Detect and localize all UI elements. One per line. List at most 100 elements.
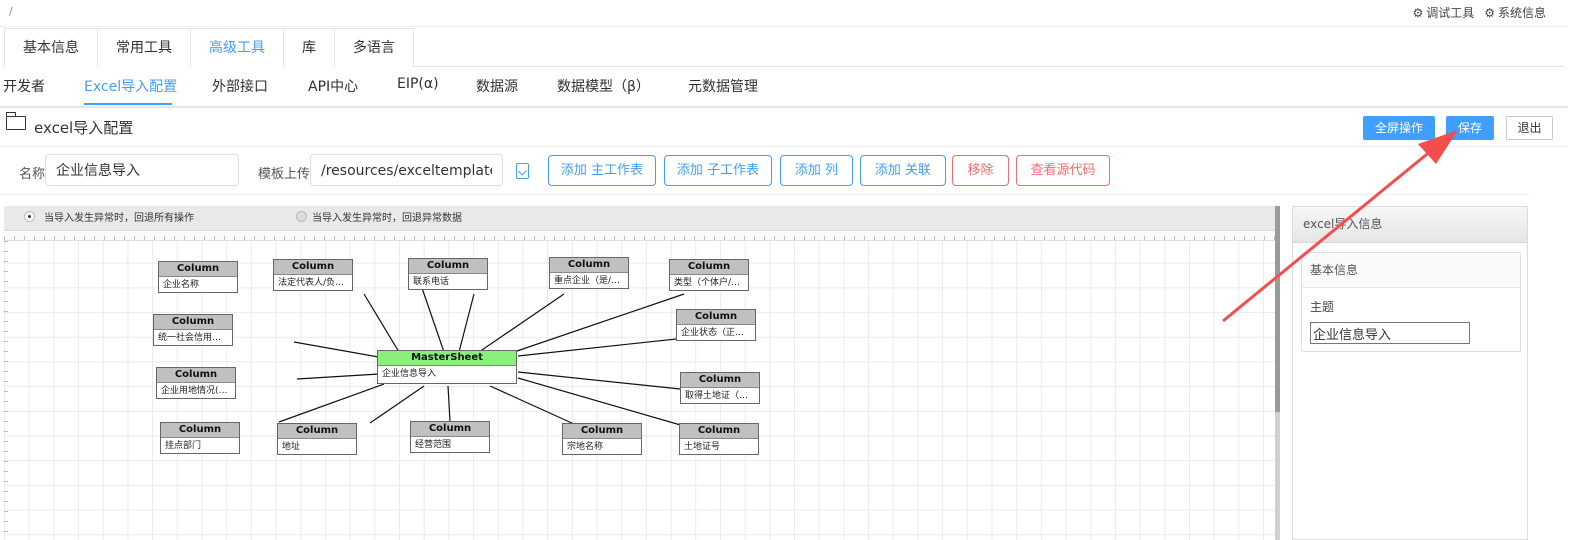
add-relation-button[interactable]: 添加 关联 [860,155,946,186]
system-info-button[interactable]: ⚙ 系统信息 [1484,4,1546,21]
breadcrumb: / [9,5,13,18]
column-node-header: Column [154,315,232,330]
relation-line [517,371,681,390]
top-bar: / ⚙ 调试工具 ⚙ 系统信息 [0,0,1568,27]
master-sheet-node[interactable]: MasterSheet 企业信息导入 [377,350,517,384]
upload-icon[interactable] [516,163,529,179]
tab-datasource[interactable]: 数据源 [476,76,518,96]
relation-line [447,385,451,422]
column-node-name: 经营范围 [415,440,452,450]
tab-external-api[interactable]: 外部接口 [212,76,268,96]
tab-data-model[interactable]: 数据模型（β） [557,76,650,96]
column-node[interactable]: Column 统一社会信用代码 [153,314,233,346]
page-header: excel导入配置 全屏操作 保存 退出 [0,112,1568,147]
add-child-sheet-button[interactable]: 添加 子工作表 [664,155,772,186]
column-node-header: Column [278,424,356,439]
relation-line [278,383,385,423]
column-node-name: 类型（个体户/企业） [674,278,748,288]
relation-line [458,293,475,353]
column-node[interactable]: Column 联系电话 [408,258,488,290]
column-node-header: Column [274,260,352,275]
column-node[interactable]: Column 企业用地情况(转让/租赁) [156,367,236,399]
sub-tabs: 开发者 Excel导入配置 外部接口 API中心 EIP(α) 数据源 数据模型… [0,70,1568,108]
column-node-name: 联系电话 [413,277,450,287]
master-sheet-name: 企业信息导入 [382,369,437,379]
template-label: 模板上传 [258,167,311,182]
column-node[interactable]: Column 企业名称 [158,261,238,293]
save-button[interactable]: 保存 [1446,116,1494,140]
column-node[interactable]: Column 土地证号 [679,423,759,455]
column-node-header: Column [563,424,641,439]
relation-line [293,341,385,359]
column-node-name: 土地证号 [684,442,721,452]
remove-button[interactable]: 移除 [952,155,1009,186]
column-node-header: Column [157,368,235,383]
tab-metadata[interactable]: 元数据管理 [688,76,758,96]
column-node[interactable]: Column 企业状态（正常/注销） [676,309,756,341]
relation-line [517,377,685,427]
exit-button[interactable]: 退出 [1506,116,1553,140]
side-panel: excel导入信息 基本信息 主题 [1292,206,1528,540]
debug-tool-label: 调试工具 [1426,6,1475,20]
column-node[interactable]: Column 重点企业（是/否） [549,257,629,289]
relation-line [489,385,575,425]
main-tabs: 基本信息 常用工具 高级工具 库 多语言 [4,28,1564,67]
column-node-name: 统一社会信用代码 [158,333,231,343]
tab-common-tools[interactable]: 常用工具 [97,28,191,67]
subject-input[interactable] [1310,322,1470,344]
name-input[interactable] [45,154,239,186]
fullscreen-button[interactable]: 全屏操作 [1363,116,1435,140]
folder-icon [5,112,26,130]
relation-line [369,385,425,424]
relation-line [478,293,565,353]
column-node[interactable]: Column 类型（个体户/企业） [669,259,749,291]
system-info-label: 系统信息 [1497,6,1546,20]
side-panel-title: excel导入信息 [1293,207,1527,243]
basic-info-card: 基本信息 主题 [1301,252,1521,352]
canvas-scrollbar-thumb[interactable] [1275,206,1280,412]
column-node-name: 挂点部门 [165,441,202,451]
tab-multilingual[interactable]: 多语言 [334,28,414,67]
add-master-sheet-button[interactable]: 添加 主工作表 [548,155,656,186]
column-node-header: Column [409,259,487,274]
relation-line [513,293,685,353]
column-node[interactable]: Column 取得土地证（是/否） [680,372,760,404]
column-node[interactable]: Column 法定代表人/负责人 [273,259,353,291]
debug-tool-button[interactable]: ⚙ 调试工具 [1412,4,1474,21]
relation-line [296,373,380,380]
column-node-header: Column [677,310,755,325]
column-node-header: Column [550,258,628,273]
tab-excel-import[interactable]: Excel导入配置 [84,76,177,96]
column-node[interactable]: Column 地址 [277,423,357,455]
tab-eip[interactable]: EIP(α) [397,76,439,92]
tab-library[interactable]: 库 [283,28,335,67]
tab-developer[interactable]: 开发者 [3,76,45,96]
diagram-canvas[interactable]: 当导入发生异常时，回退所有操作 当导入发生异常时，回退异常数据 MasterSh… [4,206,1280,540]
debug-icon: ⚙ [1412,5,1424,20]
basic-info-header: 基本信息 [1302,253,1520,288]
subject-label: 主题 [1310,300,1335,314]
column-node-name: 法定代表人/负责人 [278,278,352,288]
tab-api-center[interactable]: API中心 [308,76,358,96]
name-label: 名称 [19,167,46,182]
column-node-header: Column [681,373,759,388]
column-node-name: 宗地名称 [567,442,604,452]
column-node-name: 重点企业（是/否） [554,276,628,286]
column-node-header: Column [159,262,237,277]
view-source-button[interactable]: 查看源代码 [1016,155,1110,186]
tab-advanced-tools[interactable]: 高级工具 [190,28,284,67]
column-node-header: Column [411,422,489,437]
column-node[interactable]: Column 经营范围 [410,421,490,453]
column-node[interactable]: Column 挂点部门 [160,422,240,454]
tab-basic-info[interactable]: 基本信息 [4,28,98,67]
relation-line [363,293,400,353]
column-node-header: Column [161,423,239,438]
template-path-input[interactable] [310,154,503,186]
column-node-name: 取得土地证（是/否） [685,391,759,401]
column-node-name: 地址 [282,442,301,452]
top-tools: ⚙ 调试工具 ⚙ 系统信息 [1412,4,1546,21]
column-node[interactable]: Column 宗地名称 [562,423,642,455]
add-column-button[interactable]: 添加 列 [780,155,853,186]
column-node-name: 企业状态（正常/注销） [681,328,755,338]
active-tab-underline [84,103,172,105]
